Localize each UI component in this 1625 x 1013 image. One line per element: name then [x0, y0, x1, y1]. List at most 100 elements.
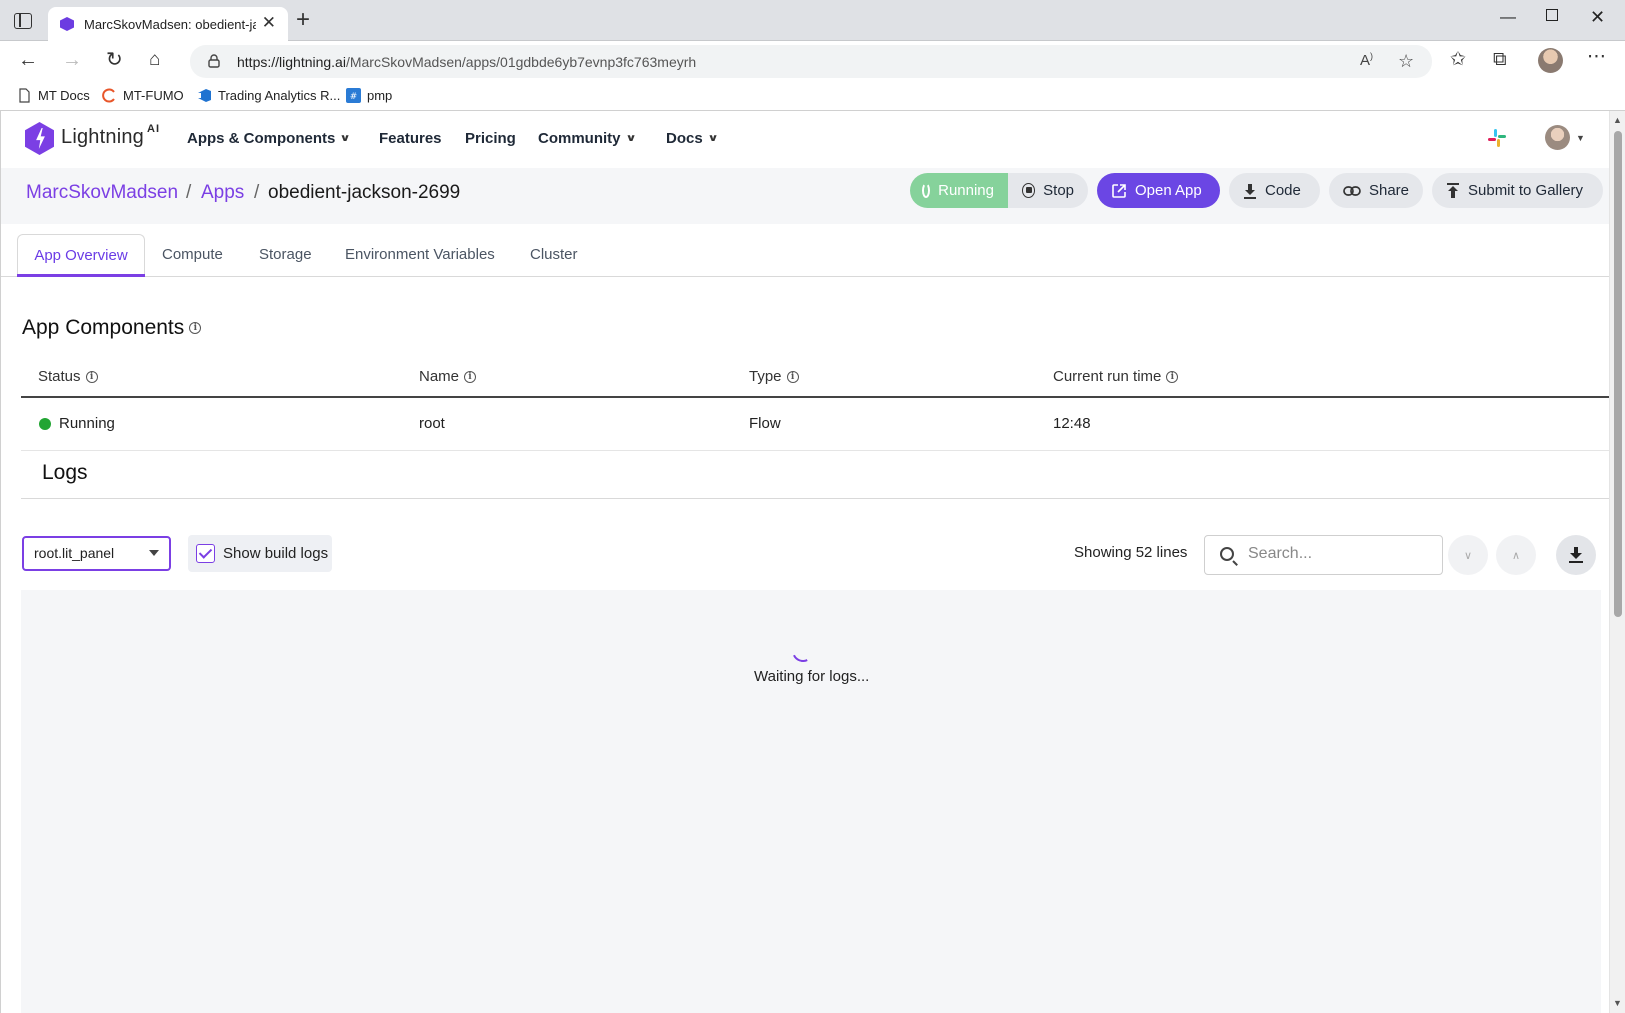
loading-spinner-icon	[788, 636, 818, 666]
nav-label: Apps & Components	[187, 130, 336, 147]
next-match-button[interactable]: ∨	[1448, 535, 1488, 575]
share-label: Share	[1368, 182, 1409, 199]
lock-icon[interactable]	[208, 54, 220, 68]
log-search[interactable]	[1204, 535, 1443, 575]
stop-icon	[1022, 183, 1036, 198]
bookmark-mt-fumo[interactable]: MT-FUMO	[102, 88, 184, 103]
header-label: Type	[749, 368, 782, 385]
caret-down-icon[interactable]: ▼	[1576, 133, 1585, 143]
bookmark-trading-analytics[interactable]: Trading Analytics R...	[197, 88, 340, 103]
browser-toolbar: ← → ↻ ⌂ https://lightning.ai/MarcSkovMad…	[0, 41, 1625, 82]
component-select[interactable]: root.lit_panel	[22, 536, 171, 571]
tab-title: MarcSkovMadsen: obedient-jackson-2699	[84, 17, 256, 32]
scroll-down-icon[interactable]: ▼	[1613, 998, 1622, 1008]
browser-tab[interactable]: MarcSkovMadsen: obedient-jackson-2699 ✕	[48, 7, 288, 41]
open-app-button[interactable]: Open App	[1097, 173, 1220, 208]
collections-icon[interactable]: ⧉	[1493, 50, 1507, 69]
info-icon[interactable]: i	[85, 371, 98, 384]
scrollbar-thumb[interactable]	[1614, 131, 1622, 617]
tab-cluster[interactable]: Cluster	[530, 234, 578, 277]
stop-button[interactable]: Stop	[1008, 173, 1088, 208]
info-icon[interactable]: i	[786, 371, 799, 384]
breadcrumb-user[interactable]: MarcSkovMadsen	[26, 182, 178, 204]
divider	[21, 498, 1609, 499]
bookmark-label: Trading Analytics R...	[218, 88, 341, 103]
read-aloud-icon[interactable]: A)	[1360, 52, 1373, 69]
nav-label: Community	[538, 130, 621, 147]
bookmark-mt-docs[interactable]: MT Docs	[17, 88, 90, 103]
header-label: Current run time	[1053, 368, 1162, 385]
download-logs-button[interactable]	[1556, 535, 1596, 575]
add-favorite-icon[interactable]: ☆	[1398, 52, 1414, 70]
logs-title: Logs	[42, 461, 88, 484]
column-header-name: Name i	[419, 368, 477, 385]
bookmarks-bar: MT Docs MT-FUMO Trading Analytics R... #…	[0, 82, 1625, 111]
stop-label: Stop	[1043, 182, 1074, 199]
run-time-cell: 12:48	[1053, 415, 1091, 432]
open-app-label: Open App	[1135, 182, 1202, 199]
bookmark-pmp[interactable]: # pmp	[346, 88, 392, 103]
nav-label: Pricing	[465, 130, 516, 147]
chevron-down-icon: ∨	[707, 133, 719, 144]
table-row[interactable]: Running root Flow 12:48	[21, 398, 1609, 451]
type-cell: Flow	[749, 415, 781, 432]
running-status-button: Running	[910, 173, 1008, 208]
code-button[interactable]: Code	[1229, 173, 1320, 208]
logo-suffix: AI	[147, 123, 160, 135]
url-text[interactable]: https://lightning.ai/MarcSkovMadsen/apps…	[237, 54, 696, 70]
show-build-logs-toggle[interactable]: Show build logs	[188, 535, 332, 572]
logo-text[interactable]: Lightning	[61, 126, 144, 149]
tab-actions-icon[interactable]	[14, 13, 32, 29]
info-icon[interactable]: i	[464, 371, 477, 384]
nav-docs[interactable]: Docs ∨	[666, 130, 719, 147]
previous-match-button[interactable]: ∧	[1496, 535, 1536, 575]
forward-icon[interactable]: →	[62, 50, 82, 70]
running-label: Running	[938, 182, 994, 199]
document-icon	[19, 88, 30, 103]
submit-to-gallery-button[interactable]: Submit to Gallery	[1432, 173, 1603, 208]
address-bar[interactable]: https://lightning.ai/MarcSkovMadsen/apps…	[190, 45, 1432, 78]
download-icon	[1569, 547, 1583, 563]
upload-icon	[1447, 182, 1459, 198]
checkbox-checked-icon[interactable]	[196, 544, 215, 563]
nav-features[interactable]: Features	[379, 130, 442, 147]
tab-compute[interactable]: Compute	[162, 234, 223, 277]
search-input[interactable]	[1248, 545, 1428, 563]
svg-text:#: #	[350, 92, 358, 102]
column-header-run-time: Current run time i	[1053, 368, 1179, 385]
lightning-favicon-icon	[60, 17, 74, 31]
refresh-icon[interactable]: ↻	[106, 50, 123, 70]
home-icon[interactable]: ⌂	[149, 50, 160, 69]
favorites-icon[interactable]: ✩	[1450, 50, 1466, 69]
tab-storage[interactable]: Storage	[259, 234, 312, 277]
nav-community[interactable]: Community ∨	[538, 130, 636, 147]
minimize-icon[interactable]: —	[1500, 10, 1516, 26]
scroll-up-icon[interactable]: ▲	[1613, 115, 1622, 125]
breadcrumb-separator: /	[254, 182, 260, 203]
nav-label: Docs	[666, 130, 703, 147]
bookmark-label: MT-FUMO	[123, 88, 184, 103]
browser-profile-avatar[interactable]	[1538, 48, 1563, 73]
maximize-icon[interactable]	[1546, 9, 1558, 21]
tab-app-overview[interactable]: App Overview	[17, 234, 145, 277]
info-icon[interactable]: i	[189, 322, 202, 335]
tab-environment-variables[interactable]: Environment Variables	[345, 234, 495, 277]
code-label: Code	[1265, 182, 1301, 199]
close-window-icon[interactable]: ✕	[1590, 8, 1605, 26]
browser-tabbar: MarcSkovMadsen: obedient-jackson-2699 ✕ …	[0, 0, 1625, 41]
breadcrumb-apps[interactable]: Apps	[201, 182, 244, 204]
log-panel: Waiting for logs...	[21, 590, 1601, 1013]
info-icon[interactable]: i	[1166, 371, 1179, 384]
nav-pricing[interactable]: Pricing	[465, 130, 516, 147]
slack-icon[interactable]	[1487, 128, 1507, 148]
tab-close-icon[interactable]: ✕	[262, 14, 276, 31]
nav-apps-components[interactable]: Apps & Components ∨	[187, 130, 351, 147]
page-scrollbar[interactable]: ▲ ▼	[1609, 111, 1625, 1013]
waiting-message: Waiting for logs...	[754, 668, 870, 685]
new-tab-icon[interactable]: +	[296, 8, 310, 32]
back-icon[interactable]: ←	[18, 50, 38, 70]
column-header-type: Type i	[749, 368, 799, 385]
user-avatar[interactable]	[1545, 125, 1570, 150]
share-button[interactable]: Share	[1329, 173, 1423, 208]
more-menu-icon[interactable]: ⋯	[1587, 47, 1606, 66]
